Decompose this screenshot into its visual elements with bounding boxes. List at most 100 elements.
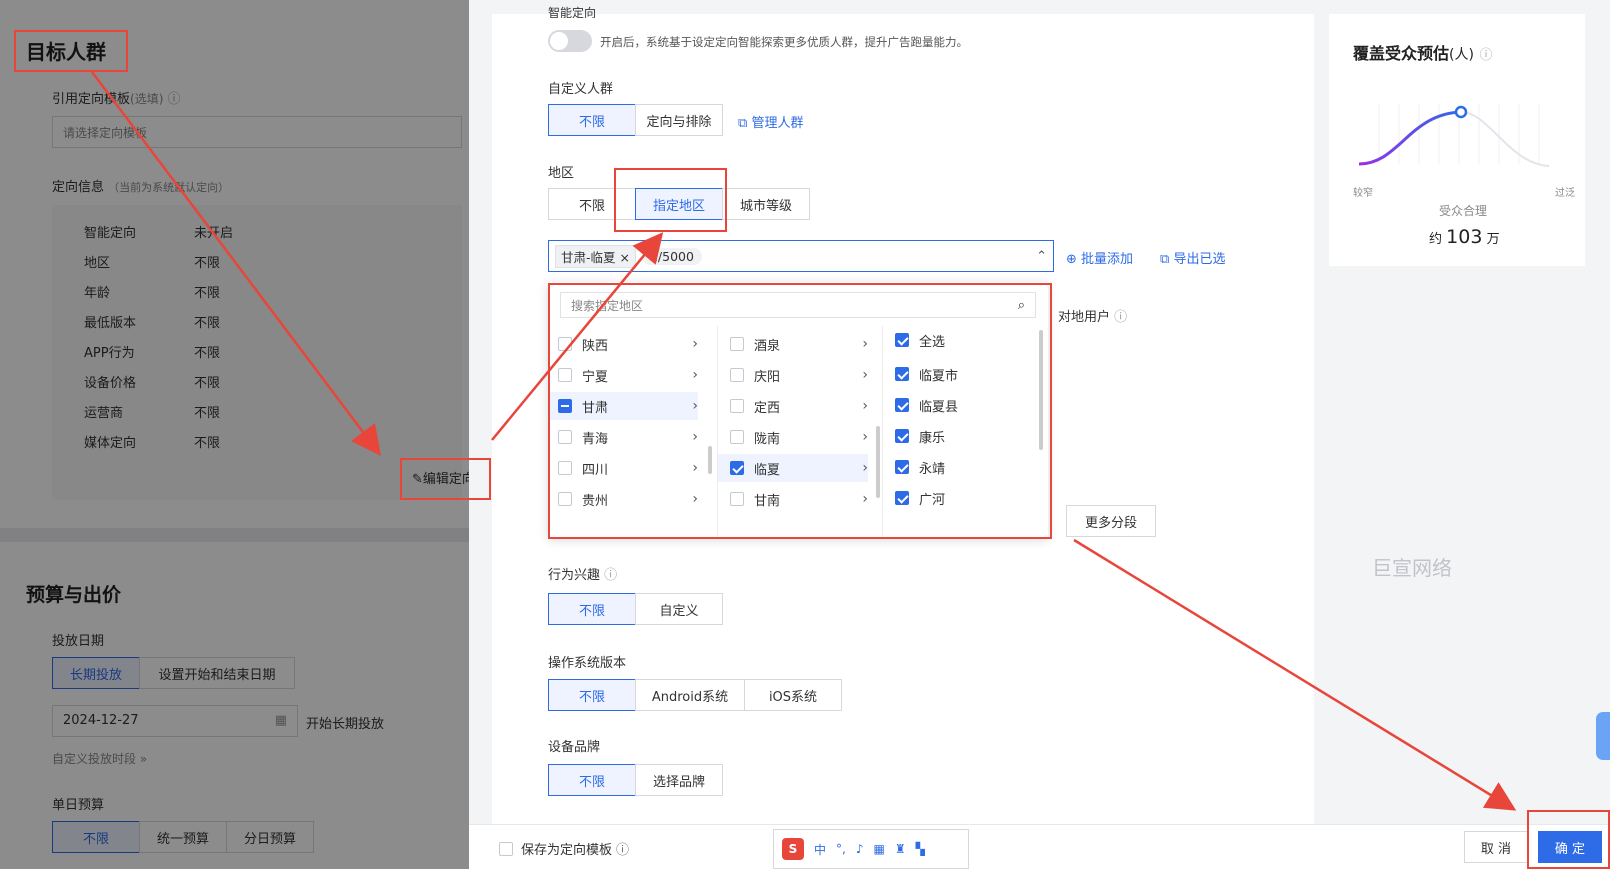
audience-curve [1358,104,1550,167]
info-value: 不限 [194,346,221,361]
region-label: 地区 [548,166,575,181]
selected-region-tag-text: 甘肃-临夏 [561,249,616,265]
date-input[interactable]: 2024-12-27 ▦ [52,705,298,737]
info-key: 年龄 [84,286,111,301]
export-selected-label: 导出已选 [1173,252,1226,267]
section-title-budget: 预算与出价 [26,584,122,606]
assistant-bot-icon[interactable] [1596,712,1610,760]
save-template-checkbox[interactable]: 保存为定向模板 ⓘ [499,839,629,858]
annotation-box-title [14,30,128,72]
narrow-label: 较窄 [1353,188,1373,199]
smart-label: 智能定向 [548,6,597,18]
cancel-button[interactable]: 取 消 [1464,831,1528,863]
interest-option-custom[interactable]: 自定义 [635,593,723,625]
date-option-long[interactable]: 长期投放 [52,657,140,689]
smart-desc: 开启后，系统基于设定定向智能探索更多优质人群，提升广告跑量能力。 [600,35,968,49]
date-value: 2024-12-27 [63,713,139,728]
audience-estimate-panel: 覆盖受众预估(人) ⓘ 较窄 过泛 受众合理 约 103 万 [1329,14,1585,266]
daily-budget-options: 不限 统一预算 分日预算 [52,821,314,853]
close-icon[interactable]: × [620,250,630,265]
date-label: 投放日期 [52,634,105,649]
info-list: 智能定向 未开启 地区 不限 年龄 不限 最低版本 不限 APP行为 不限 设备价格 不限 … [84,222,233,462]
region-select[interactable]: 甘肃-临夏 × 1/5000 ⌃ [548,240,1054,272]
interest-option-unlimited[interactable]: 不限 [548,593,636,625]
batch-add-link[interactable]: ⊕ 批量添加 [1066,248,1133,267]
chevron-up-icon[interactable]: ⌃ [1036,249,1047,264]
external-link-icon: ⧉ [738,116,748,131]
date-options: 长期投放 设置开始和结束日期 [52,657,295,689]
export-selected-link[interactable]: ⧉ 导出已选 [1160,248,1225,267]
interest-label-text: 行为兴趣 [548,568,601,583]
help-icon: ⓘ [1114,310,1128,325]
ime-toolbar[interactable]: S 中 °, ♪ ▦ ♜ ▚ [773,829,969,869]
estimate-prefix: 约 [1429,232,1443,247]
ime-mode: 中 [814,842,827,857]
brand-options: 不限 选择品牌 [548,764,723,796]
info-label: 定向信息 （当前为系统默认定向） [52,176,229,195]
targeting-form: 智能定向 开启后，系统基于设定定向智能探索更多优质人群，提升广告跑量能力。 自定… [492,6,1314,824]
manage-audience-label: 管理人群 [751,116,804,131]
info-key: APP行为 [84,346,135,361]
date-option-range[interactable]: 设置开始和结束日期 [139,657,295,689]
date-suffix: 开始长期投放 [306,717,385,732]
info-key: 运营商 [84,406,124,421]
drawer-footer: 保存为定向模板 ⓘ S 中 °, ♪ ▦ ♜ ▚ 取 消 确 定 [469,824,1610,869]
more-segments-button[interactable]: 更多分段 [1066,505,1156,537]
estimate-status: 受众合理 [1439,204,1488,218]
custom-option-include-exclude[interactable]: 定向与排除 [635,104,723,136]
daily-option-unlimited[interactable]: 不限 [52,821,140,853]
checkbox[interactable] [499,841,513,856]
info-key: 地区 [84,256,111,271]
daily-option-unified[interactable]: 统一预算 [139,821,227,853]
interest-label: 行为兴趣 ⓘ [548,564,617,583]
custom-period-label: 自定义投放时段 [52,752,137,766]
wide-label: 过泛 [1555,188,1575,199]
keyboard-icon: ▦ [873,842,885,856]
calendar-icon: ▦ [274,713,287,728]
punctuation-icon: °, [836,842,846,856]
estimate-title: 覆盖受众预估(人) ⓘ [1353,40,1493,64]
custom-audience-options: 不限 定向与排除 [548,104,723,136]
template-placeholder: 请选择定向模板 [63,126,148,140]
custom-option-unlimited[interactable]: 不限 [548,104,636,136]
os-option-android[interactable]: Android系统 [635,679,745,711]
mic-icon: ♪ [855,842,864,856]
interest-options: 不限 自定义 [548,593,723,625]
grid-icon: ▚ [915,842,925,856]
info-key: 设备价格 [84,376,137,391]
skin-icon: ♜ [894,842,906,856]
info-value: 不限 [194,436,221,451]
os-option-ios[interactable]: iOS系统 [744,679,842,711]
smart-toggle[interactable] [548,30,592,52]
partial-label-local-users: 对地用户 ⓘ [1058,306,1127,325]
os-option-unlimited[interactable]: 不限 [548,679,636,711]
custom-audience-label: 自定义人群 [548,82,614,97]
estimate-number: 103 [1446,226,1483,248]
annotation-box-region [614,168,727,232]
daily-option-per-day[interactable]: 分日预算 [226,821,314,853]
ime-logo-icon: S [782,838,804,860]
brand-option-choose[interactable]: 选择品牌 [635,764,723,796]
info-value: 不限 [194,376,221,391]
help-icon: ⓘ [167,92,181,107]
region-option-city-level[interactable]: 城市等级 [722,188,810,220]
template-select[interactable]: 请选择定向模板 [52,116,462,148]
template-optional: (选填) [130,92,164,106]
brand-option-unlimited[interactable]: 不限 [548,764,636,796]
help-icon: ⓘ [616,843,630,858]
partial-label-text: 对地用户 [1058,310,1111,325]
help-icon: ⓘ [1479,48,1493,63]
curve-tail [1460,111,1550,167]
os-label: 操作系统版本 [548,656,627,671]
selected-count: 1/5000 [641,247,702,265]
custom-period-toggle[interactable]: 自定义投放时段 » [52,750,147,767]
annotation-box-dropdown [548,283,1052,539]
manage-audience-link[interactable]: ⧉ 管理人群 [738,112,803,131]
annotation-box-confirm [1527,810,1610,869]
daily-budget-label: 单日预算 [52,798,105,813]
curve-main [1358,110,1462,166]
info-label-text: 定向信息 [52,180,105,195]
left-panel: 目标人群 引用定向模板(选填) ⓘ 请选择定向模板 定向信息 （当前为系统默认定… [0,0,475,869]
watermark: 巨宣网络 [1372,556,1452,580]
toggle-knob [550,32,568,50]
